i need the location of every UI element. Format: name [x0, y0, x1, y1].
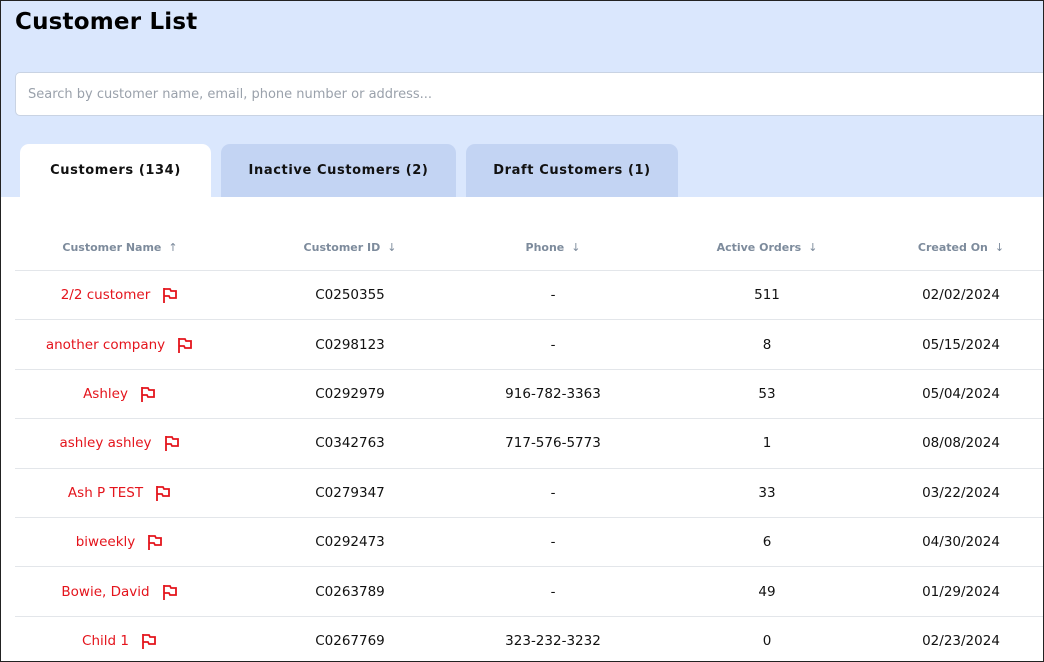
customer-tabs: Customers (134) Inactive Customers (2) D…: [1, 144, 1043, 197]
flag-icon[interactable]: [176, 336, 194, 354]
phone-cell: -: [550, 583, 556, 600]
customer-name-cell[interactable]: ashley ashley: [15, 419, 225, 467]
arrow-up-icon[interactable]: ↑: [168, 241, 177, 254]
customer-name-cell[interactable]: Ash P TEST: [15, 469, 225, 517]
table-row[interactable]: biweekly C0292473 - 6 04/30/2024: [15, 518, 1043, 568]
arrow-down-icon[interactable]: ↓: [571, 241, 580, 254]
created-on-cell: 03/22/2024: [922, 484, 1000, 501]
customer-name-cell[interactable]: another company: [15, 320, 225, 368]
created-on-cell: 08/08/2024: [922, 435, 1000, 452]
table-row[interactable]: Ashley C0292979 916-782-3363 53 05/04/20…: [15, 370, 1043, 420]
customer-table: Customer Name ↑ Customer ID ↓ Phone ↓ Ac…: [15, 223, 1043, 661]
table-row[interactable]: Bowie, David C0263789 - 49 01/29/2024: [15, 567, 1043, 617]
column-header-label: Customer Name: [62, 240, 162, 254]
table-row[interactable]: 2/2 customer C0250355 - 511 02/02/2024: [15, 271, 1043, 321]
created-on-cell: 01/29/2024: [922, 583, 1000, 600]
phone-cell: -: [550, 534, 556, 551]
column-header-created-on[interactable]: Created On ↓: [855, 223, 1043, 271]
customer-id-cell: C0298123: [315, 336, 385, 353]
customer-name-link[interactable]: another company: [46, 337, 165, 353]
active-orders-cell: 33: [758, 484, 776, 501]
column-header-label: Phone: [525, 240, 565, 254]
table-row[interactable]: Child 1 C0267769 323-232-3232 0 02/23/20…: [15, 617, 1043, 661]
customer-name-cell[interactable]: Bowie, David: [15, 567, 225, 615]
arrow-down-icon[interactable]: ↓: [387, 241, 396, 254]
customer-name-link[interactable]: Ash P TEST: [68, 485, 143, 501]
phone-cell: 916-782-3363: [505, 385, 601, 402]
customer-id-cell: C0292473: [315, 534, 385, 551]
customer-name-link[interactable]: 2/2 customer: [61, 287, 151, 303]
flag-icon[interactable]: [146, 533, 164, 551]
customer-id-cell: C0292979: [315, 385, 385, 402]
flag-icon[interactable]: [154, 484, 172, 502]
active-orders-cell: 1: [762, 435, 772, 452]
active-orders-cell: 0: [762, 632, 772, 649]
table-body: 2/2 customer C0250355 - 511 02/02/2024 a…: [15, 271, 1043, 661]
created-on-cell: 05/04/2024: [922, 385, 1000, 402]
active-orders-cell: 49: [758, 583, 776, 600]
customer-name-link[interactable]: ashley ashley: [59, 435, 151, 451]
customer-name-link[interactable]: Child 1: [82, 633, 129, 649]
customer-name-link[interactable]: biweekly: [76, 534, 136, 550]
table-row[interactable]: Ash P TEST C0279347 - 33 03/22/2024: [15, 469, 1043, 518]
tab-customers[interactable]: Customers (134): [20, 144, 211, 197]
page-header: Customer List Customers (134) Inactive C…: [1, 1, 1043, 197]
customer-id-cell: C0263789: [315, 583, 385, 600]
created-on-cell: 05/15/2024: [922, 336, 1000, 353]
created-on-cell: 04/30/2024: [922, 534, 1000, 551]
customer-list-page: Customer List Customers (134) Inactive C…: [0, 0, 1044, 662]
created-on-cell: 02/23/2024: [922, 632, 1000, 649]
phone-cell: -: [550, 336, 556, 353]
flag-icon[interactable]: [163, 434, 181, 452]
tab-inactive-customers[interactable]: Inactive Customers (2): [221, 144, 456, 197]
customer-id-cell: C0342763: [315, 435, 385, 452]
page-title: Customer List: [15, 9, 198, 35]
customer-name-link[interactable]: Bowie, David: [61, 584, 149, 600]
customer-id-cell: C0250355: [315, 287, 385, 304]
column-header-customer-name[interactable]: Customer Name ↑: [15, 223, 225, 271]
flag-icon[interactable]: [140, 632, 158, 650]
flag-icon[interactable]: [161, 286, 179, 304]
customer-name-link[interactable]: Ashley: [83, 386, 128, 402]
flag-icon[interactable]: [139, 385, 157, 403]
table-row[interactable]: ashley ashley C0342763 717-576-5773 1 08…: [15, 419, 1043, 469]
created-on-cell: 02/02/2024: [922, 287, 1000, 304]
column-header-label: Active Orders: [716, 240, 802, 254]
table-row[interactable]: another company C0298123 - 8 05/15/2024: [15, 320, 1043, 370]
search-input[interactable]: [15, 72, 1043, 116]
customer-name-cell[interactable]: Ashley: [15, 370, 225, 418]
table-header: Customer Name ↑ Customer ID ↓ Phone ↓ Ac…: [15, 223, 1043, 271]
column-header-label: Customer ID: [303, 240, 381, 254]
tab-draft-customers[interactable]: Draft Customers (1): [466, 144, 678, 197]
phone-cell: 717-576-5773: [505, 435, 601, 452]
active-orders-cell: 6: [762, 534, 772, 551]
customer-id-cell: C0279347: [315, 484, 385, 501]
arrow-down-icon[interactable]: ↓: [995, 241, 1004, 254]
arrow-down-icon[interactable]: ↓: [808, 241, 817, 254]
phone-cell: 323-232-3232: [505, 632, 601, 649]
column-header-customer-id[interactable]: Customer ID ↓: [245, 223, 455, 271]
column-header-label: Created On: [917, 240, 988, 254]
customer-name-cell[interactable]: Child 1: [15, 617, 225, 661]
phone-cell: -: [550, 287, 556, 304]
active-orders-cell: 8: [762, 336, 772, 353]
active-orders-cell: 53: [758, 385, 776, 402]
customer-name-cell[interactable]: biweekly: [15, 518, 225, 566]
active-orders-cell: 511: [754, 287, 780, 304]
flag-icon[interactable]: [161, 583, 179, 601]
column-header-phone[interactable]: Phone ↓: [451, 223, 655, 271]
customer-name-cell[interactable]: 2/2 customer: [15, 271, 225, 319]
phone-cell: -: [550, 484, 556, 501]
customer-id-cell: C0267769: [315, 632, 385, 649]
column-header-active-orders[interactable]: Active Orders ↓: [665, 223, 869, 271]
